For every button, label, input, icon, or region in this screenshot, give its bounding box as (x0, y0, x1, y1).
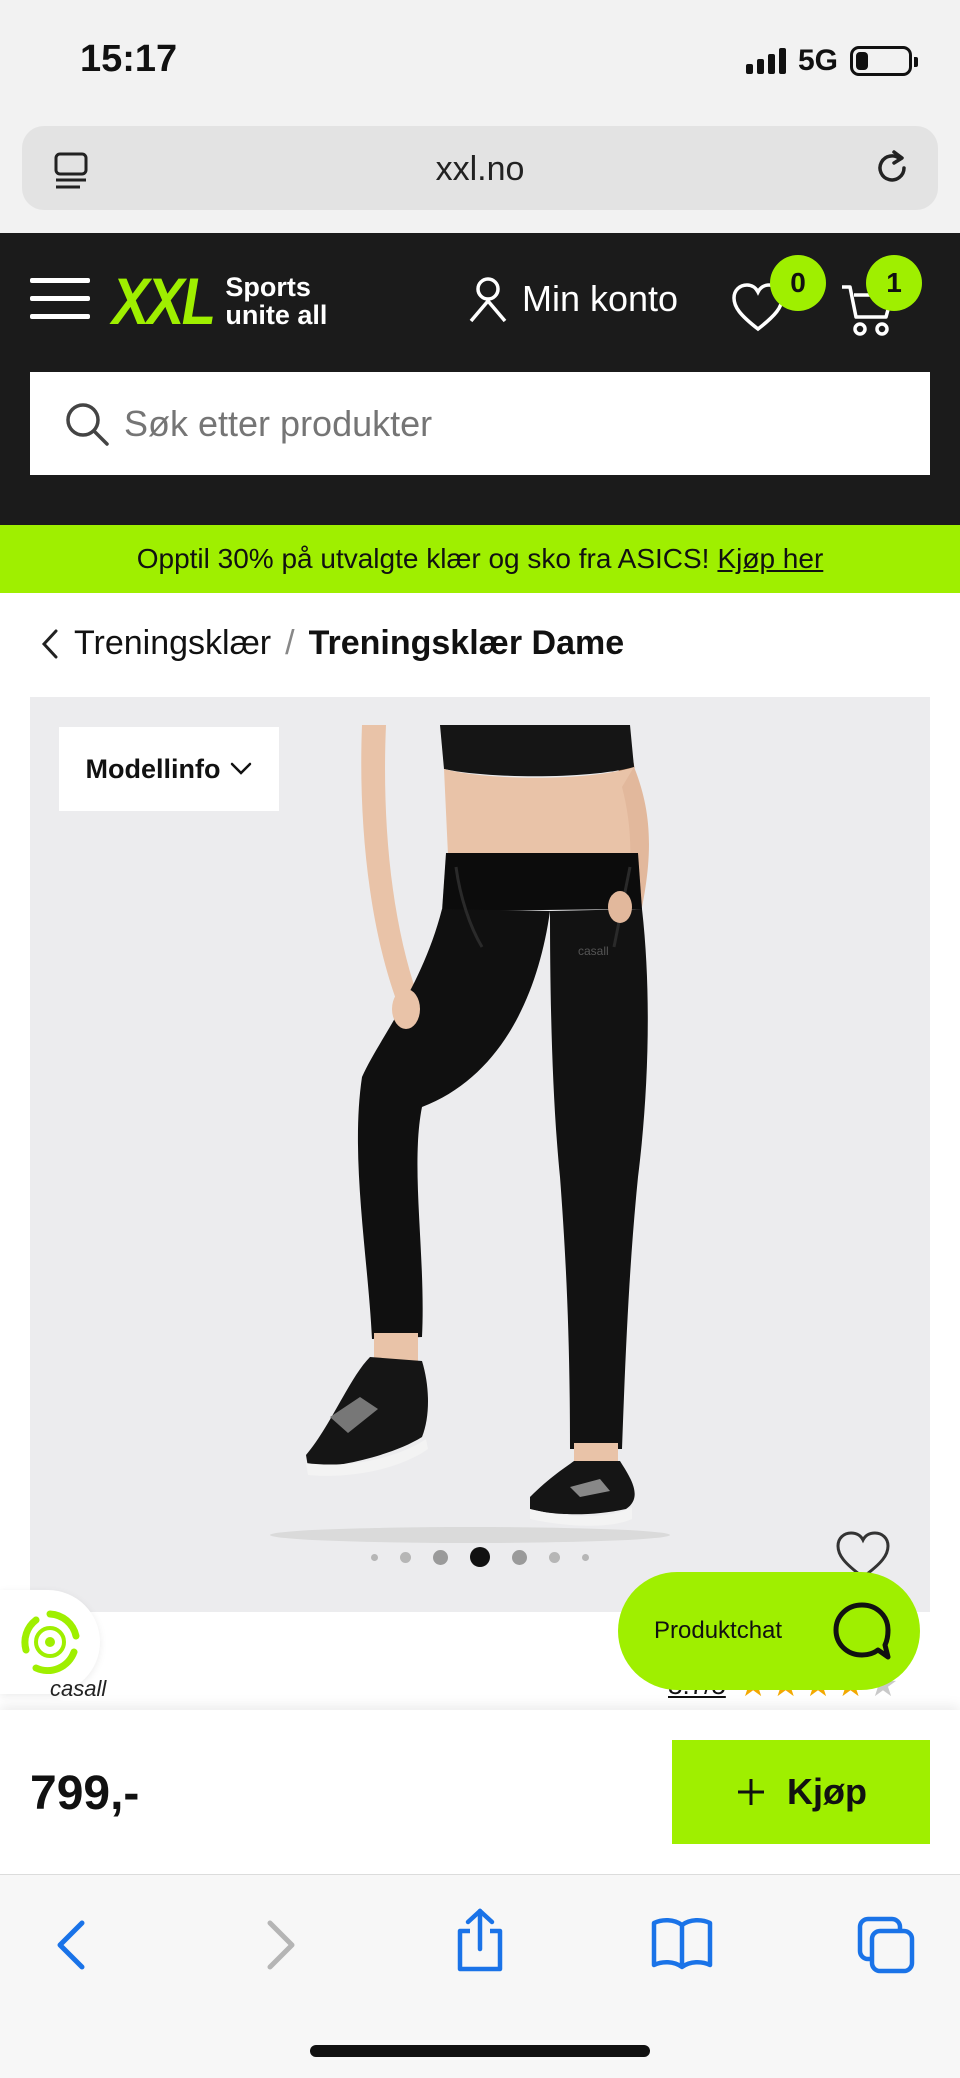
product-image: casall (270, 725, 670, 1543)
gallery-dot-active[interactable] (470, 1547, 490, 1567)
promo-banner: Opptil 30% på utvalgte klær og sko fra A… (0, 525, 960, 593)
reload-icon[interactable] (870, 146, 914, 190)
share-icon[interactable] (452, 1907, 508, 1973)
back-icon[interactable] (52, 1915, 92, 1975)
gallery-dot[interactable] (582, 1553, 589, 1561)
signal-icon (745, 48, 786, 74)
chevron-down-icon (231, 762, 252, 775)
forward-icon[interactable] (260, 1915, 300, 1975)
battery-icon (850, 46, 918, 76)
breadcrumb-parent[interactable]: Treningsklær (74, 624, 271, 663)
product-chat-label: Produktchat (654, 1617, 783, 1644)
status-indicators: 5G (745, 44, 918, 78)
gallery-pagination[interactable] (30, 1547, 930, 1567)
browser-url-area: xxl.no (0, 120, 960, 233)
home-indicator (310, 2045, 650, 2057)
wishlist-count-badge: 0 (770, 255, 826, 311)
product-chat-button[interactable]: Produktchat (618, 1572, 920, 1690)
gallery-dot[interactable] (512, 1549, 527, 1565)
gallery-dot[interactable] (433, 1549, 448, 1565)
recycle-icon (21, 1610, 80, 1675)
breadcrumb-separator: / (285, 624, 295, 662)
site-header: XXL Sports unite all Min konto 0 1 (0, 233, 960, 525)
chevron-left-icon[interactable] (40, 628, 60, 660)
bookmarks-icon[interactable] (650, 1915, 714, 1971)
buy-bar: 799,- Kjøp (0, 1710, 960, 1874)
model-info-button[interactable]: Modellinfo (59, 727, 279, 811)
buy-button[interactable]: Kjøp (672, 1740, 930, 1844)
logo-tagline: Sports unite all (225, 272, 328, 330)
url-bar[interactable]: xxl.no (22, 126, 938, 210)
search-bar[interactable] (30, 372, 930, 475)
promo-link[interactable]: Kjøp her (717, 543, 823, 575)
account-label: Min konto (522, 278, 679, 319)
gallery-dot[interactable] (549, 1551, 560, 1563)
buy-label: Kjøp (787, 1771, 867, 1812)
breadcrumb: Treningsklær / Treningsklær Dame (40, 624, 624, 663)
network-type: 5G (797, 44, 838, 77)
browser-toolbar (0, 1874, 960, 2078)
logo-wordmark: XXL (112, 264, 216, 338)
search-input[interactable] (124, 402, 904, 445)
account-link[interactable]: Min konto (468, 275, 678, 323)
tabs-icon[interactable] (856, 1915, 916, 1975)
hamburger-menu-icon[interactable] (30, 278, 90, 322)
plus-icon (738, 1779, 764, 1805)
url-text: xxl.no (435, 150, 525, 188)
product-image-gallery[interactable]: casall Modellinfo (30, 697, 930, 1612)
xxl-logo[interactable]: XXL Sports unite all (112, 263, 327, 339)
cart-button[interactable]: 1 (840, 255, 922, 344)
wishlist-button[interactable]: 0 (730, 255, 826, 338)
status-time: 15:17 (80, 38, 178, 80)
svg-text:casall: casall (578, 944, 609, 958)
search-icon (66, 402, 109, 446)
model-info-label: Modellinfo (85, 753, 221, 784)
promo-text: Opptil 30% på utvalgte klær og sko fra A… (136, 543, 710, 574)
cart-count-badge: 1 (866, 255, 922, 311)
product-brand[interactable]: casall (50, 1676, 106, 1702)
gallery-dot[interactable] (400, 1551, 411, 1563)
breadcrumb-current: Treningsklær Dame (308, 624, 625, 662)
user-icon (469, 277, 507, 323)
status-bar: 15:17 5G (0, 0, 960, 120)
chat-bubble-icon (833, 1602, 891, 1660)
product-price: 799,- (30, 1767, 140, 1820)
gallery-dot[interactable] (371, 1553, 378, 1561)
